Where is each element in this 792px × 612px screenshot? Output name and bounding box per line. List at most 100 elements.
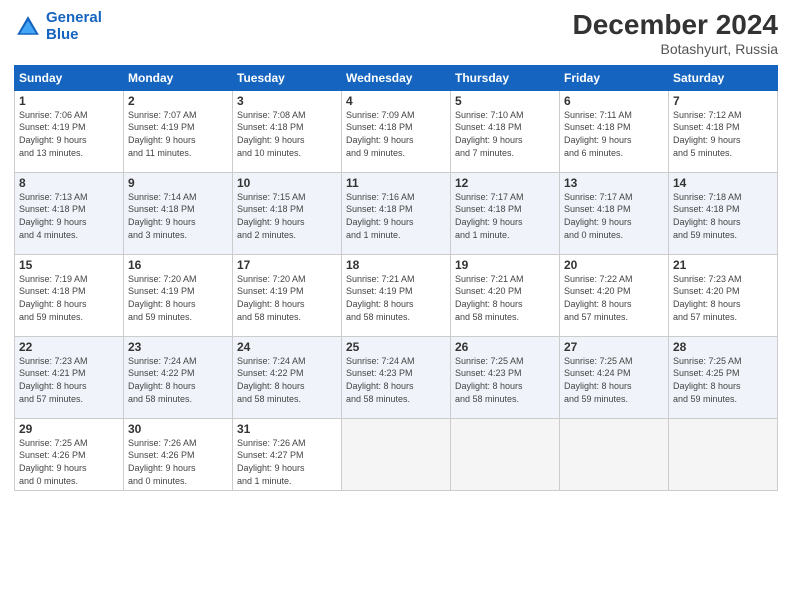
day-number: 6 xyxy=(564,94,664,108)
day-number: 16 xyxy=(128,258,228,272)
day-number: 26 xyxy=(455,340,555,354)
calendar-cell: 15Sunrise: 7:19 AMSunset: 4:18 PMDayligh… xyxy=(15,254,124,336)
col-header-sunday: Sunday xyxy=(15,65,124,90)
day-info: Sunrise: 7:23 AMSunset: 4:21 PMDaylight:… xyxy=(19,355,119,405)
day-number: 9 xyxy=(128,176,228,190)
calendar-cell: 29Sunrise: 7:25 AMSunset: 4:26 PMDayligh… xyxy=(15,418,124,490)
day-number: 20 xyxy=(564,258,664,272)
day-number: 19 xyxy=(455,258,555,272)
day-info: Sunrise: 7:10 AMSunset: 4:18 PMDaylight:… xyxy=(455,109,555,159)
day-number: 4 xyxy=(346,94,446,108)
calendar-cell xyxy=(669,418,778,490)
day-number: 24 xyxy=(237,340,337,354)
calendar-cell: 24Sunrise: 7:24 AMSunset: 4:22 PMDayligh… xyxy=(233,336,342,418)
day-number: 29 xyxy=(19,422,119,436)
day-info: Sunrise: 7:21 AMSunset: 4:19 PMDaylight:… xyxy=(346,273,446,323)
logo-line1: General xyxy=(46,9,102,26)
calendar-cell: 25Sunrise: 7:24 AMSunset: 4:23 PMDayligh… xyxy=(342,336,451,418)
day-info: Sunrise: 7:13 AMSunset: 4:18 PMDaylight:… xyxy=(19,191,119,241)
day-info: Sunrise: 7:25 AMSunset: 4:26 PMDaylight:… xyxy=(19,437,119,487)
calendar-cell: 9Sunrise: 7:14 AMSunset: 4:18 PMDaylight… xyxy=(124,172,233,254)
day-number: 15 xyxy=(19,258,119,272)
day-number: 5 xyxy=(455,94,555,108)
day-info: Sunrise: 7:24 AMSunset: 4:23 PMDaylight:… xyxy=(346,355,446,405)
calendar-cell: 26Sunrise: 7:25 AMSunset: 4:23 PMDayligh… xyxy=(451,336,560,418)
day-info: Sunrise: 7:07 AMSunset: 4:19 PMDaylight:… xyxy=(128,109,228,159)
col-header-thursday: Thursday xyxy=(451,65,560,90)
day-info: Sunrise: 7:26 AMSunset: 4:26 PMDaylight:… xyxy=(128,437,228,487)
day-info: Sunrise: 7:17 AMSunset: 4:18 PMDaylight:… xyxy=(455,191,555,241)
day-info: Sunrise: 7:08 AMSunset: 4:18 PMDaylight:… xyxy=(237,109,337,159)
calendar-cell: 4Sunrise: 7:09 AMSunset: 4:18 PMDaylight… xyxy=(342,90,451,172)
col-header-friday: Friday xyxy=(560,65,669,90)
day-number: 11 xyxy=(346,176,446,190)
calendar-cell: 12Sunrise: 7:17 AMSunset: 4:18 PMDayligh… xyxy=(451,172,560,254)
day-number: 17 xyxy=(237,258,337,272)
day-number: 13 xyxy=(564,176,664,190)
main-title: December 2024 xyxy=(573,10,778,41)
day-info: Sunrise: 7:23 AMSunset: 4:20 PMDaylight:… xyxy=(673,273,773,323)
day-number: 8 xyxy=(19,176,119,190)
day-info: Sunrise: 7:17 AMSunset: 4:18 PMDaylight:… xyxy=(564,191,664,241)
calendar-cell xyxy=(342,418,451,490)
calendar-cell: 22Sunrise: 7:23 AMSunset: 4:21 PMDayligh… xyxy=(15,336,124,418)
day-number: 27 xyxy=(564,340,664,354)
day-info: Sunrise: 7:16 AMSunset: 4:18 PMDaylight:… xyxy=(346,191,446,241)
calendar-cell: 16Sunrise: 7:20 AMSunset: 4:19 PMDayligh… xyxy=(124,254,233,336)
logo-icon xyxy=(14,13,42,41)
day-info: Sunrise: 7:20 AMSunset: 4:19 PMDaylight:… xyxy=(128,273,228,323)
title-block: December 2024 Botashyurt, Russia xyxy=(573,10,778,57)
day-number: 28 xyxy=(673,340,773,354)
day-info: Sunrise: 7:22 AMSunset: 4:20 PMDaylight:… xyxy=(564,273,664,323)
calendar-cell: 27Sunrise: 7:25 AMSunset: 4:24 PMDayligh… xyxy=(560,336,669,418)
day-number: 14 xyxy=(673,176,773,190)
day-info: Sunrise: 7:21 AMSunset: 4:20 PMDaylight:… xyxy=(455,273,555,323)
day-info: Sunrise: 7:20 AMSunset: 4:19 PMDaylight:… xyxy=(237,273,337,323)
calendar-cell: 21Sunrise: 7:23 AMSunset: 4:20 PMDayligh… xyxy=(669,254,778,336)
calendar-cell: 10Sunrise: 7:15 AMSunset: 4:18 PMDayligh… xyxy=(233,172,342,254)
day-info: Sunrise: 7:15 AMSunset: 4:18 PMDaylight:… xyxy=(237,191,337,241)
calendar-week-2: 8Sunrise: 7:13 AMSunset: 4:18 PMDaylight… xyxy=(15,172,778,254)
day-info: Sunrise: 7:06 AMSunset: 4:19 PMDaylight:… xyxy=(19,109,119,159)
day-number: 1 xyxy=(19,94,119,108)
calendar-cell: 8Sunrise: 7:13 AMSunset: 4:18 PMDaylight… xyxy=(15,172,124,254)
calendar-cell: 23Sunrise: 7:24 AMSunset: 4:22 PMDayligh… xyxy=(124,336,233,418)
day-number: 23 xyxy=(128,340,228,354)
day-number: 25 xyxy=(346,340,446,354)
day-info: Sunrise: 7:25 AMSunset: 4:25 PMDaylight:… xyxy=(673,355,773,405)
page: General Blue December 2024 Botashyurt, R… xyxy=(0,0,792,612)
day-number: 2 xyxy=(128,94,228,108)
day-info: Sunrise: 7:19 AMSunset: 4:18 PMDaylight:… xyxy=(19,273,119,323)
calendar-week-5: 29Sunrise: 7:25 AMSunset: 4:26 PMDayligh… xyxy=(15,418,778,490)
calendar-week-4: 22Sunrise: 7:23 AMSunset: 4:21 PMDayligh… xyxy=(15,336,778,418)
day-info: Sunrise: 7:14 AMSunset: 4:18 PMDaylight:… xyxy=(128,191,228,241)
calendar-cell: 19Sunrise: 7:21 AMSunset: 4:20 PMDayligh… xyxy=(451,254,560,336)
day-info: Sunrise: 7:09 AMSunset: 4:18 PMDaylight:… xyxy=(346,109,446,159)
day-number: 3 xyxy=(237,94,337,108)
day-number: 22 xyxy=(19,340,119,354)
day-number: 12 xyxy=(455,176,555,190)
col-header-monday: Monday xyxy=(124,65,233,90)
day-number: 21 xyxy=(673,258,773,272)
day-info: Sunrise: 7:25 AMSunset: 4:23 PMDaylight:… xyxy=(455,355,555,405)
calendar-cell: 1Sunrise: 7:06 AMSunset: 4:19 PMDaylight… xyxy=(15,90,124,172)
day-info: Sunrise: 7:18 AMSunset: 4:18 PMDaylight:… xyxy=(673,191,773,241)
calendar-week-1: 1Sunrise: 7:06 AMSunset: 4:19 PMDaylight… xyxy=(15,90,778,172)
calendar-cell: 17Sunrise: 7:20 AMSunset: 4:19 PMDayligh… xyxy=(233,254,342,336)
day-number: 30 xyxy=(128,422,228,436)
logo: General Blue xyxy=(14,10,102,43)
calendar-cell: 13Sunrise: 7:17 AMSunset: 4:18 PMDayligh… xyxy=(560,172,669,254)
header: General Blue December 2024 Botashyurt, R… xyxy=(14,10,778,57)
day-number: 7 xyxy=(673,94,773,108)
day-info: Sunrise: 7:24 AMSunset: 4:22 PMDaylight:… xyxy=(128,355,228,405)
day-info: Sunrise: 7:12 AMSunset: 4:18 PMDaylight:… xyxy=(673,109,773,159)
calendar-cell: 18Sunrise: 7:21 AMSunset: 4:19 PMDayligh… xyxy=(342,254,451,336)
subtitle: Botashyurt, Russia xyxy=(573,41,778,57)
calendar-cell: 20Sunrise: 7:22 AMSunset: 4:20 PMDayligh… xyxy=(560,254,669,336)
day-info: Sunrise: 7:25 AMSunset: 4:24 PMDaylight:… xyxy=(564,355,664,405)
day-info: Sunrise: 7:26 AMSunset: 4:27 PMDaylight:… xyxy=(237,437,337,487)
calendar-cell: 30Sunrise: 7:26 AMSunset: 4:26 PMDayligh… xyxy=(124,418,233,490)
calendar-cell: 31Sunrise: 7:26 AMSunset: 4:27 PMDayligh… xyxy=(233,418,342,490)
day-number: 31 xyxy=(237,422,337,436)
calendar-cell: 5Sunrise: 7:10 AMSunset: 4:18 PMDaylight… xyxy=(451,90,560,172)
